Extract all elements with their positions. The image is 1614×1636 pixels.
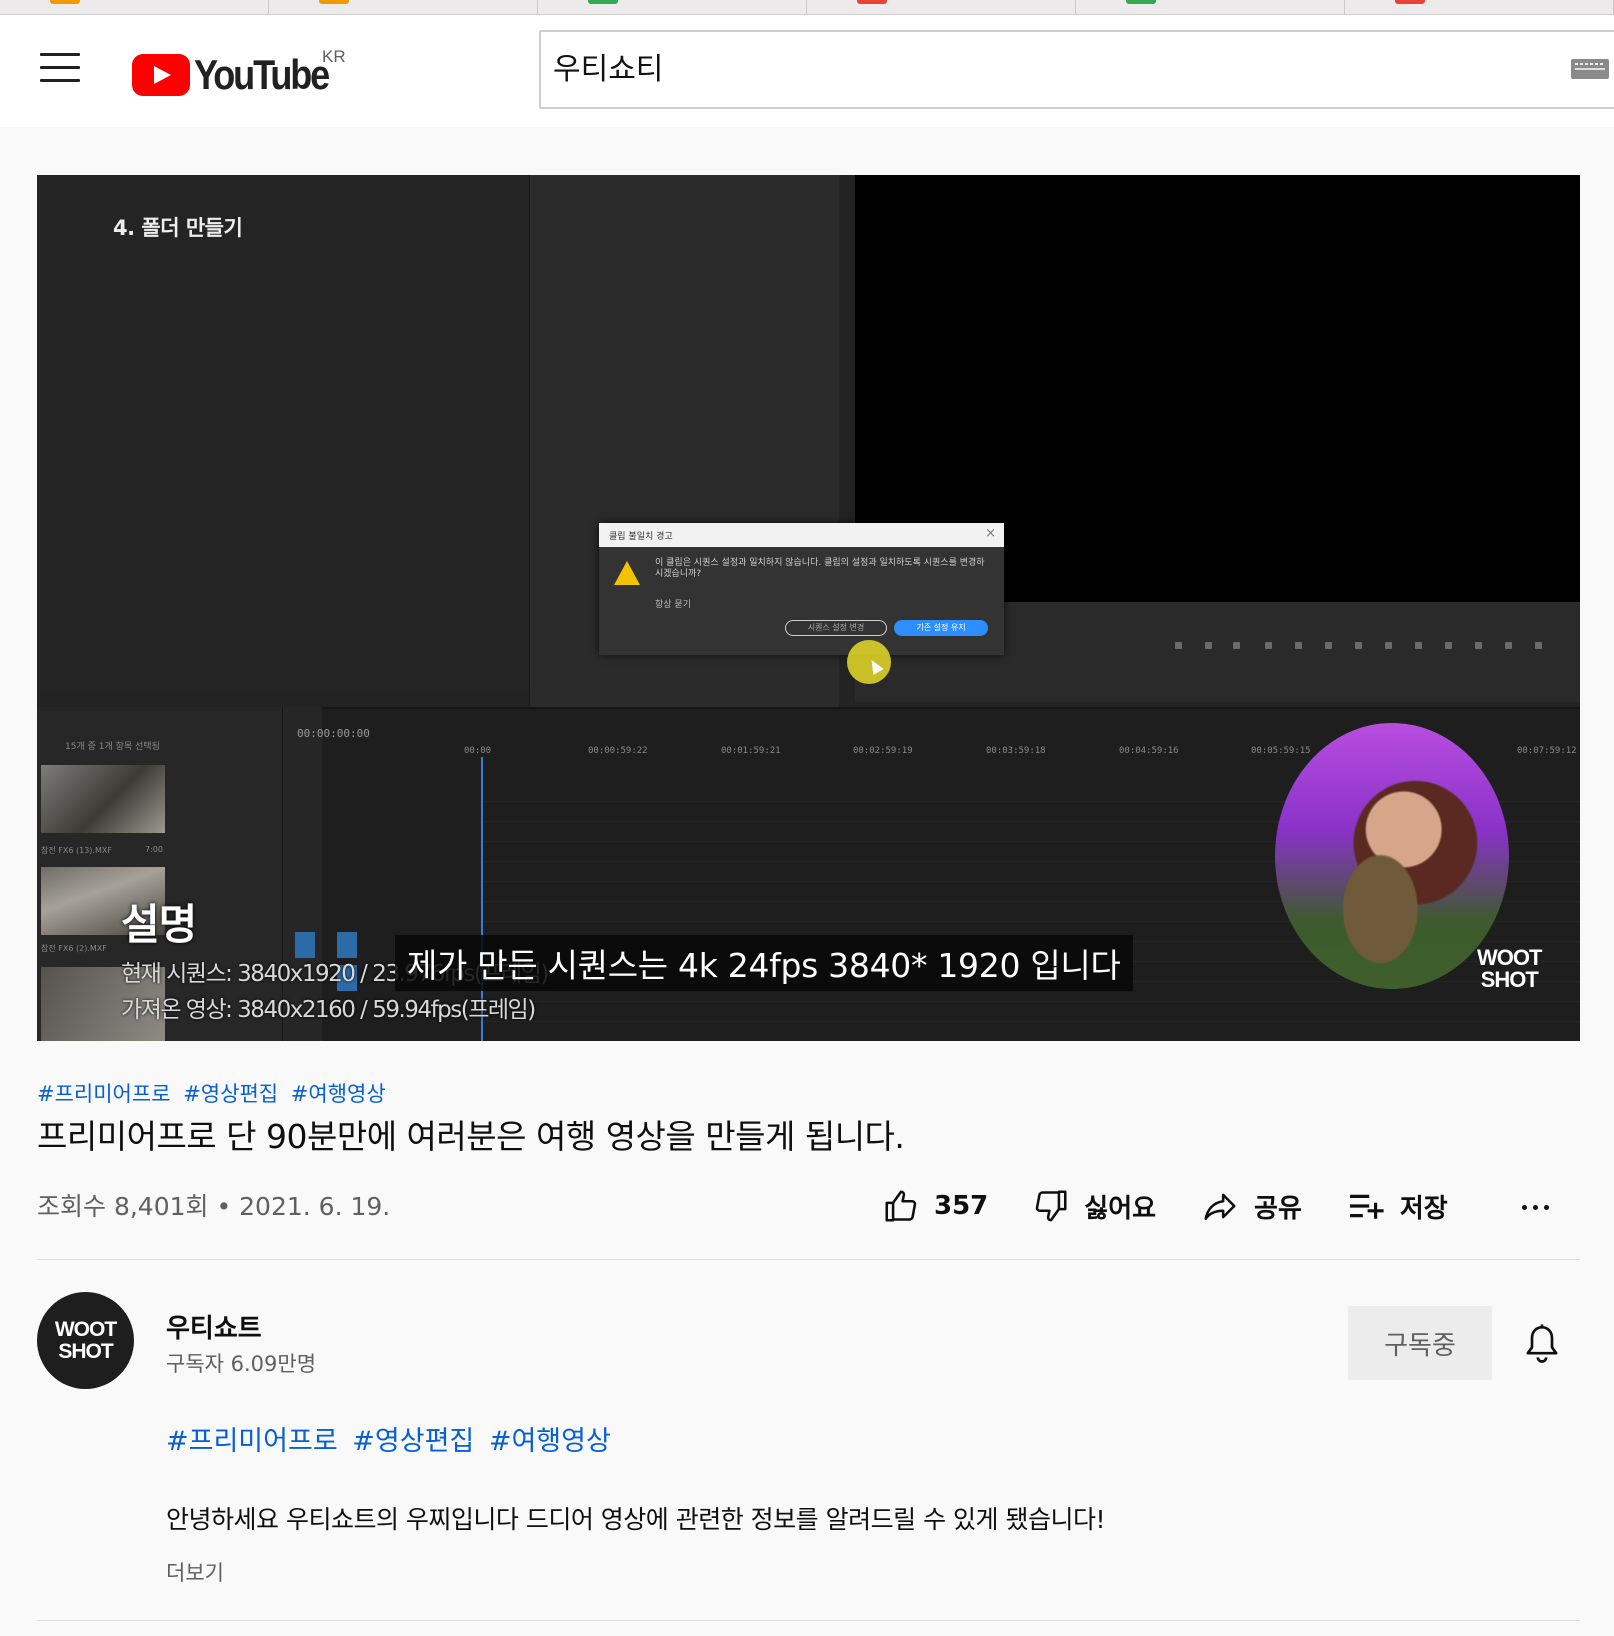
timecode: 00:00:00:00 (297, 727, 370, 740)
video-source-monitor (37, 175, 529, 690)
logo-wordmark: YouTube (194, 51, 330, 98)
ruler-tick: 00:05:59:15 (1251, 746, 1311, 756)
share-label: 공유 (1254, 1193, 1302, 1224)
search-input[interactable] (553, 48, 1453, 83)
clip-duration: 7:00 (145, 845, 163, 854)
subscribed-button[interactable]: 구독중 (1348, 1306, 1492, 1380)
view-count-date: 조회수 8,401회 • 2021. 6. 19. (37, 1192, 391, 1221)
channel-watermark: WOOT SHOT (1477, 945, 1542, 992)
like-count: 357 (934, 1191, 989, 1221)
browser-tab[interactable] (1345, 0, 1614, 14)
video-player[interactable]: 4. 폴더 만들기 15개 중 1개 항목 선택됨 참전 FX6 (13).MX… (37, 175, 1580, 1041)
video-overlay-heading: 4. 폴더 만들기 (113, 216, 243, 240)
save-label: 저장 (1399, 1193, 1448, 1224)
browser-tab[interactable] (807, 0, 1076, 14)
hashtag-link[interactable]: #영상편집 (352, 1426, 474, 1457)
hashtag-link[interactable]: #여행영상 (489, 1426, 611, 1457)
browser-tab[interactable] (1076, 0, 1345, 14)
dislike-label: 싫어요 (1084, 1193, 1157, 1224)
presenter-webcam (1275, 723, 1509, 989)
description-hashtags: #프리미어프로 #영상편집 #여행영상 (166, 1419, 617, 1458)
divider (37, 1259, 1580, 1260)
channel-name[interactable]: 우티쇼트 (166, 1308, 262, 1345)
clip-name: 참전 FX6 (2).MXF (41, 944, 107, 953)
clip-name: 참전 FX6 (13).MXF (41, 846, 112, 855)
browser-tab[interactable] (0, 0, 269, 14)
share-button[interactable]: 공유 (1200, 1187, 1302, 1225)
guide-menu-button[interactable] (40, 53, 80, 89)
hashtag-link[interactable]: #영상편집 (183, 1082, 278, 1106)
video-title: 프리미어프로 단 90분만에 여러분은 여행 영상을 만들게 됩니다. (37, 1117, 905, 1156)
thumbs-up-icon (885, 1190, 917, 1222)
browser-tab-strip (0, 0, 1614, 15)
youtube-logo[interactable]: YouTube KR (132, 47, 350, 103)
ruler-tick: 00:02:59:19 (853, 746, 913, 756)
bell-icon (1526, 1324, 1558, 1363)
dialog-keep-button: 기존 설정 유지 (894, 620, 988, 636)
dislike-button[interactable]: 싫어요 (1032, 1187, 1156, 1225)
ruler-tick: 00:00:59:22 (588, 746, 648, 756)
dialog-message: 이 클립은 시퀀스 설정과 일치하지 않습니다. 클립의 설정과 일치하도록 시… (655, 558, 985, 579)
video-actions: 357 싫어요 공유 저장 (882, 1180, 1492, 1232)
description-text: 안녕하세요 우티쇼트의 우찌입니다 드디어 영상에 관련한 정보를 알려드릴 수… (166, 1505, 1106, 1534)
more-horiz-icon (1522, 1195, 1555, 1214)
hashtag-link[interactable]: #프리미어프로 (166, 1426, 338, 1457)
show-more-button[interactable]: 더보기 (166, 1557, 224, 1587)
hashtag-link[interactable]: #여행영상 (291, 1082, 386, 1106)
dialog-checkbox-label: 항상 묻기 (655, 600, 691, 610)
dialog-change-button: 시퀀스 설정 변경 (785, 620, 887, 636)
save-button[interactable]: 저장 (1346, 1188, 1448, 1225)
ruler-tick: 00:07:59:12 (1517, 746, 1577, 756)
notification-bell-button[interactable] (1522, 1322, 1562, 1370)
browser-tab[interactable] (269, 0, 538, 14)
ruler-tick: 00:00 (464, 746, 492, 756)
clip-thumbnail (41, 765, 165, 833)
clip-mismatch-dialog: 클립 불일치 경고 × 이 클립은 시퀀스 설정과 일치하지 않습니다. 클립의 … (599, 523, 1004, 655)
ruler-tick: 00:03:59:18 (986, 746, 1046, 756)
hashtag-link[interactable]: #프리미어프로 (37, 1082, 171, 1106)
browser-tab[interactable] (538, 0, 807, 14)
masthead: YouTube KR (0, 15, 1614, 127)
ruler-tick: 00:04:59:16 (1119, 746, 1179, 756)
caption-text: 제가 만든 시퀀스는 4k 24fps 3840* 1920 입니다 (395, 935, 1133, 991)
thumbs-down-icon (1036, 1190, 1067, 1222)
channel-avatar[interactable]: WOOT SHOT (37, 1292, 134, 1389)
country-code: KR (322, 47, 346, 66)
close-icon: × (985, 526, 996, 541)
play-logo-icon (132, 54, 190, 96)
subscriber-count: 구독자 6.09만명 (166, 1352, 317, 1376)
add-to-playlist-icon (1349, 1194, 1384, 1219)
ruler-tick: 00:01:59:21 (721, 746, 781, 756)
project-count: 15개 중 1개 항목 선택됨 (65, 742, 160, 752)
hamburger-icon (40, 53, 80, 56)
share-icon (1204, 1193, 1236, 1220)
keyboard-icon[interactable] (1571, 59, 1609, 79)
search-box[interactable] (539, 30, 1614, 109)
like-button[interactable]: 357 (882, 1187, 988, 1225)
more-actions-button[interactable] (1522, 1195, 1555, 1214)
description-overlay-line: 가져온 영상: 3840x2160 / 59.94fps(프레임) (121, 997, 536, 1023)
warning-icon (614, 561, 640, 585)
divider (37, 1620, 1580, 1621)
dialog-title: 클립 불일치 경고 × (599, 523, 1004, 547)
super-title-hashtags: #프리미어프로 #영상편집 #여행영상 (37, 1078, 392, 1108)
